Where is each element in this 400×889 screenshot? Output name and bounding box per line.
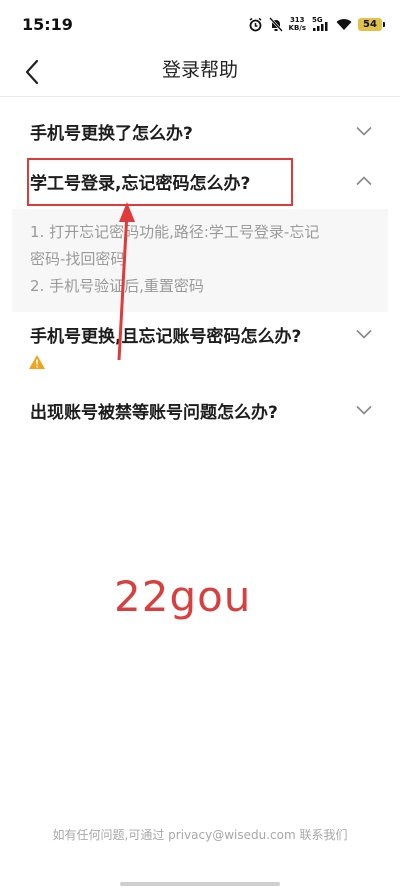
faq-question-row[interactable]: 手机号更换了怎么办? xyxy=(0,103,400,159)
alarm-icon xyxy=(248,17,263,32)
faq-question: 手机号更换,且忘记账号密码怎么办? xyxy=(30,326,302,347)
faq-item: 手机号更换了怎么办? xyxy=(0,103,400,159)
annotation-highlight-box xyxy=(27,158,293,206)
network-speed-unit: KB/s xyxy=(288,24,306,32)
faq-item: 手机号更换,且忘记账号密码怎么办? xyxy=(0,306,400,362)
faq-question-row[interactable]: 手机号更换,且忘记账号密码怎么办? xyxy=(0,306,400,362)
faq-answer-line: 2. 手机号验证后,重置密码 xyxy=(30,277,204,295)
faq-item: 出现账号被禁等账号问题怎么办? xyxy=(0,382,400,438)
chevron-up-icon xyxy=(356,176,372,186)
faq-question: 出现账号被禁等账号问题怎么办? xyxy=(30,402,278,423)
status-time: 15:19 xyxy=(22,14,73,34)
footer-contact: 如有任何问题,可通过 privacy@wisedu.com 联系我们 xyxy=(52,828,348,842)
home-indicator[interactable] xyxy=(120,882,280,886)
wifi-icon xyxy=(336,18,352,31)
faq-answer-line: 1. 打开忘记密码功能,路径:学工号登录-忘记 xyxy=(30,223,320,241)
network-speed-value: 313 xyxy=(289,16,305,24)
battery-indicator: 54 xyxy=(358,17,385,31)
faq-question: 手机号更换了怎么办? xyxy=(30,123,193,144)
header: 登录帮助 xyxy=(0,48,400,96)
signal-icon: 5G xyxy=(312,16,330,32)
network-speed: 313 KB/s xyxy=(289,16,306,32)
status-bar: 15:19 313 KB/s 5G 54 xyxy=(0,0,400,48)
faq-question-row[interactable]: 出现账号被禁等账号问题怎么办? xyxy=(0,382,400,438)
faq-answer-line: 密码-找回密码 xyxy=(30,250,126,268)
warning-icon xyxy=(28,354,46,370)
mute-bell-icon xyxy=(268,16,283,32)
status-icons: 313 KB/s 5G 54 xyxy=(248,16,385,32)
annotation-watermark-text: 22gou xyxy=(114,572,252,621)
chevron-down-icon xyxy=(356,329,372,339)
chevron-down-icon xyxy=(356,405,372,415)
chevron-down-icon xyxy=(356,126,372,136)
header-divider xyxy=(0,96,400,97)
page-title: 登录帮助 xyxy=(161,59,238,81)
faq-answer: 1. 打开忘记密码功能,路径:学工号登录-忘记 密码-找回密码 2. 手机号验证… xyxy=(12,209,388,312)
